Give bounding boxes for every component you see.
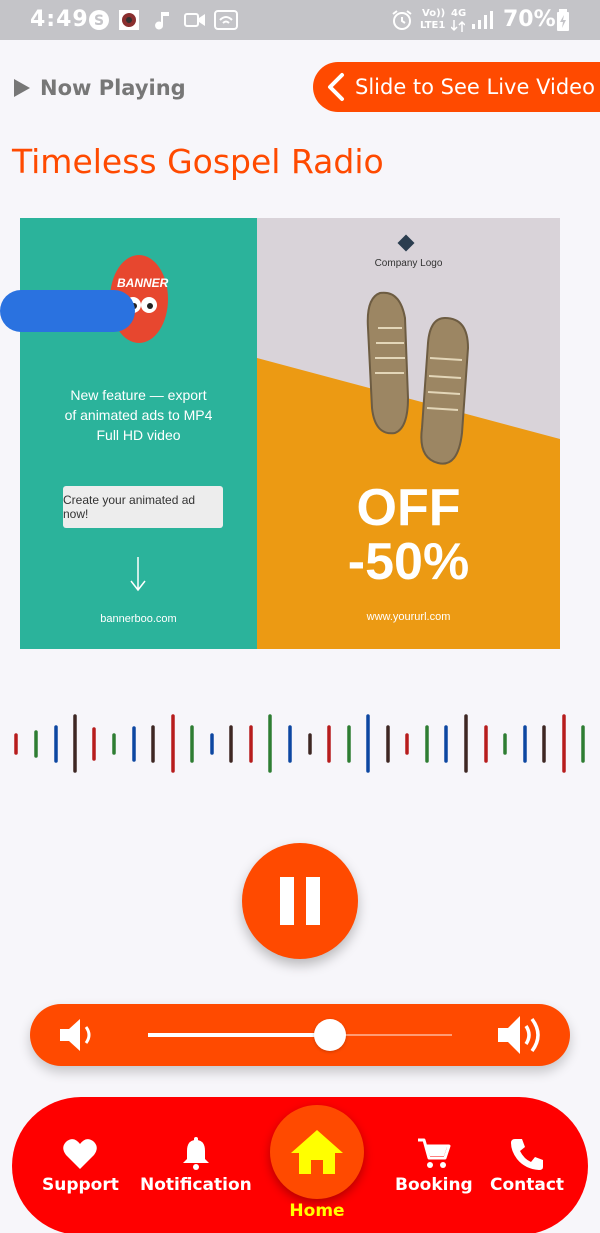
banner-ad[interactable]: BANNER New feature — export of animated …	[20, 218, 560, 649]
floating-overlay-handle[interactable]	[0, 290, 135, 332]
ad-left-url: bannerboo.com	[100, 613, 177, 625]
slide-to-live-video-button[interactable]: Slide to See Live Video	[313, 62, 600, 112]
skype-icon: S	[89, 10, 109, 30]
nav-notification-label: Notification	[140, 1175, 252, 1195]
volte-label: Vo))	[422, 8, 446, 19]
nav-home-label: Home	[289, 1201, 345, 1221]
ad-feature-text: New feature — export of animated ads to …	[20, 385, 257, 445]
battery-charging-icon	[557, 9, 569, 31]
bannerboo-logo-text: BANNER	[117, 276, 169, 290]
music-note-icon	[155, 12, 169, 30]
volume-control	[30, 1004, 570, 1066]
arrow-down-icon	[130, 557, 146, 592]
bell-icon	[182, 1137, 209, 1170]
status-bar: 4:49 S Vo)) LTE1 4G 70%	[0, 0, 600, 40]
home-icon	[291, 1130, 343, 1174]
cart-icon	[417, 1138, 451, 1168]
volume-slider-thumb[interactable]	[314, 1019, 347, 1051]
bottom-nav: Support Notification Home Booking Contac…	[12, 1097, 588, 1233]
video-camera-icon	[184, 13, 205, 27]
ad-off-text: OFF	[356, 479, 461, 537]
audio-visualizer	[14, 714, 585, 773]
volume-slider-fill	[148, 1033, 331, 1037]
nav-home-button[interactable]	[270, 1105, 364, 1199]
ad-right-url: www.yoururl.com	[366, 611, 451, 623]
now-playing-label: Now Playing	[12, 73, 186, 103]
ad-feature-line1: New feature — export	[70, 387, 207, 403]
ad-discount-text: -50%	[347, 533, 470, 591]
wifi-icon	[214, 10, 238, 30]
chevron-left-icon	[328, 73, 344, 101]
volume-high-icon[interactable]	[496, 1012, 548, 1058]
slide-to-live-video-label: Slide to See Live Video	[355, 75, 595, 99]
signal-icon	[472, 11, 493, 29]
now-playing-text: Now Playing	[40, 76, 186, 100]
company-logo-text: Company Logo	[374, 258, 443, 269]
network-label: 4G	[451, 8, 467, 19]
heart-icon	[63, 1139, 98, 1169]
app-thumbnail-icon	[119, 10, 139, 30]
volume-slider[interactable]	[148, 1019, 452, 1051]
lte-label: LTE1	[420, 20, 446, 31]
nav-contact[interactable]: Contact	[490, 1137, 564, 1195]
pause-icon	[280, 877, 320, 925]
app-screen: 4:49 S Vo)) LTE1 4G 70% Now Playing Slid…	[0, 0, 600, 1233]
svg-text:S: S	[94, 13, 104, 29]
volume-low-icon[interactable]	[58, 1016, 98, 1054]
status-time: 4:49	[30, 7, 89, 32]
battery-percent: 70%	[503, 7, 556, 32]
phone-icon	[511, 1139, 544, 1170]
shoes-image	[366, 291, 470, 465]
data-arrows-icon	[451, 20, 465, 32]
visualizer-bars	[14, 714, 585, 773]
ad-feature-line2: of animated ads to MP4	[64, 407, 213, 423]
ad-feature-line3: Full HD video	[96, 427, 181, 443]
ad-cta-button[interactable]: Create your animated ad now!	[63, 486, 223, 528]
nav-notification[interactable]: Notification	[140, 1137, 252, 1195]
alarm-icon	[392, 10, 412, 30]
station-title: Timeless Gospel Radio	[12, 142, 384, 181]
nav-support-label: Support	[42, 1175, 119, 1195]
nav-booking-label: Booking	[395, 1175, 473, 1195]
nav-booking[interactable]: Booking	[395, 1137, 473, 1195]
nav-contact-label: Contact	[490, 1175, 565, 1195]
play-triangle-icon	[14, 79, 30, 97]
nav-support[interactable]: Support	[42, 1137, 119, 1195]
pause-button[interactable]	[242, 843, 358, 959]
